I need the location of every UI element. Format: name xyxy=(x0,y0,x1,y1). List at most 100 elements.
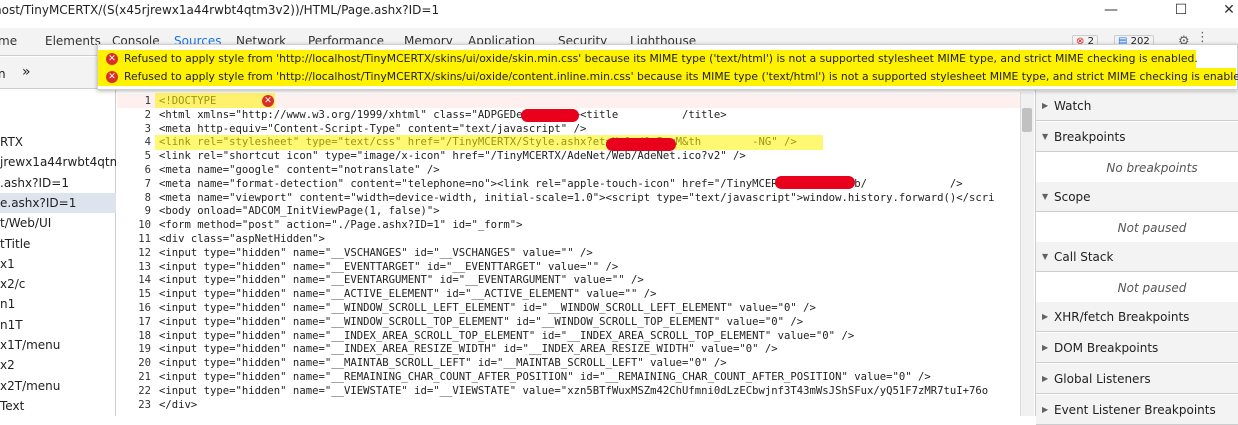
code-line: <input type="hidden" name="__REMAINING_C… xyxy=(159,371,931,383)
error-icon: ✕ xyxy=(106,53,118,65)
code-line: <input type="hidden" name="__EVENTTARGET… xyxy=(159,260,619,273)
line-number[interactable]: 23 xyxy=(117,399,151,411)
editor-scrollbar[interactable] xyxy=(1020,92,1034,416)
stylesheet-link-highlight xyxy=(155,135,823,150)
collapse-triangle-icon: ▶ xyxy=(1042,312,1049,321)
code-editor[interactable]: 1<!DOCTYPE 2<html xmlns="http://www.w3.o… xyxy=(117,92,1020,416)
collapse-triangle-icon: ▶ xyxy=(1042,405,1049,414)
line-number[interactable]: 11 xyxy=(117,233,151,245)
line-number[interactable]: 7 xyxy=(117,178,151,190)
code-line: </div> xyxy=(159,398,198,411)
file-tree-item[interactable]: .ashx?ID=1 xyxy=(0,173,116,193)
file-tree-item[interactable]: x2/c xyxy=(0,274,116,294)
debugger-section-header[interactable]: ▼ Breakpoints xyxy=(1036,122,1238,152)
error-message-2: ✕ Refused to apply style from 'http://lo… xyxy=(98,68,1238,86)
section-title: DOM Breakpoints xyxy=(1054,341,1159,355)
maximize-button[interactable]: ☐ xyxy=(1158,0,1204,22)
navigator-tab-label[interactable]: n xyxy=(0,67,6,81)
line-number[interactable]: 4 xyxy=(117,136,151,148)
expand-triangle-icon: ▼ xyxy=(1042,252,1049,261)
line-number[interactable]: 2 xyxy=(117,109,151,121)
error-message-1: ✕ Refused to apply style from 'http://lo… xyxy=(98,50,1198,68)
section-title: Scope xyxy=(1054,190,1091,204)
section-body: No breakpoints xyxy=(1036,153,1238,183)
debugger-section-header[interactable]: ▶ Watch xyxy=(1036,91,1238,121)
more-tabs-chevron-icon[interactable]: » xyxy=(22,64,31,80)
section-body: Not paused xyxy=(1036,273,1238,303)
file-tree-item[interactable]: t/Web/UI xyxy=(0,213,116,233)
expand-triangle-icon: ▼ xyxy=(1042,132,1049,141)
minimize-button[interactable]: — xyxy=(1088,0,1134,22)
file-tree-item[interactable]: x2T/menu xyxy=(0,376,116,396)
line-number[interactable]: 10 xyxy=(117,219,151,231)
code-line: <input type="hidden" name="__WINDOW_SCRO… xyxy=(159,302,816,314)
editor-scrollbar-thumb[interactable] xyxy=(1022,108,1032,132)
line-number[interactable]: 5 xyxy=(117,150,151,162)
code-line: <input type="hidden" name="__VSCHANGES" … xyxy=(159,246,593,259)
line-number[interactable]: 6 xyxy=(117,164,151,176)
section-title: Watch xyxy=(1054,99,1092,113)
line-number[interactable]: 8 xyxy=(117,192,151,204)
code-line: <meta http-equiv="Content-Script-Type" c… xyxy=(159,122,587,135)
code-line: <input type="hidden" name="__EVENTARGUME… xyxy=(159,274,644,287)
code-line: <input type="hidden" name="__INDEX_AREA_… xyxy=(159,329,855,342)
inline-error-icon[interactable]: ✕ xyxy=(262,95,274,107)
expand-triangle-icon: ▼ xyxy=(1042,192,1049,201)
file-tree-item[interactable]: x1 xyxy=(0,254,116,274)
section-title: Breakpoints xyxy=(1054,130,1126,144)
file-tree-item[interactable]: x1T/menu xyxy=(0,335,116,355)
code-line: <meta name="google" content="notranslate… xyxy=(159,164,440,176)
section-title: Call Stack xyxy=(1054,250,1114,264)
line-number[interactable]: 15 xyxy=(117,288,151,300)
console-error-popup: ✕ Refused to apply style from 'http://lo… xyxy=(97,44,1238,90)
line-number[interactable]: 1 xyxy=(117,95,151,107)
close-button[interactable]: ✕ xyxy=(1206,0,1238,22)
line-number[interactable]: 22 xyxy=(117,385,151,397)
redaction-mark xyxy=(775,176,855,189)
line-number[interactable]: 19 xyxy=(117,343,151,355)
line-number[interactable]: 20 xyxy=(117,357,151,369)
debugger-section-header[interactable]: ▶ Event Listener Breakpoints xyxy=(1036,395,1238,425)
line-number[interactable]: 12 xyxy=(117,247,151,259)
code-line: <link rel="shortcut icon" type="image/x-… xyxy=(159,150,746,163)
section-body: Not paused xyxy=(1036,213,1238,243)
line-number[interactable]: 3 xyxy=(117,123,151,135)
code-line: <input type="hidden" name="__VIEWSTATE" … xyxy=(159,384,989,397)
error-text: Refused to apply style from 'http://loca… xyxy=(124,70,1238,83)
code-line: <form method="post" action="./Page.ashx?… xyxy=(159,219,523,232)
debugger-section-header[interactable]: ▶ XHR/fetch Breakpoints xyxy=(1036,302,1238,332)
collapse-triangle-icon: ▶ xyxy=(1042,374,1049,383)
line-number[interactable]: 14 xyxy=(117,274,151,286)
debugger-section-header[interactable]: ▼ Call Stack xyxy=(1036,242,1238,272)
window-titlebar: host/TinyMCERTX/(S(x45rjrewx1a44rwbt4qtm… xyxy=(0,0,1238,22)
file-tree-item[interactable]: e.ashx?ID=1 xyxy=(0,192,116,213)
file-tree-item[interactable]: n1T xyxy=(0,315,116,335)
collapse-triangle-icon: ▶ xyxy=(1042,343,1049,352)
file-tree-item[interactable]: jrewx1a44rwbt4qtm3v xyxy=(0,152,116,172)
error-icon: ✕ xyxy=(106,71,118,83)
line-number[interactable]: 16 xyxy=(117,302,151,314)
debugger-section-header[interactable]: ▶ Global Listeners xyxy=(1036,364,1238,394)
file-tree-item[interactable]: n1 xyxy=(0,294,116,314)
error-text: Refused to apply style from 'http://loca… xyxy=(124,52,1198,65)
code-line: <input type="hidden" name="__ACTIVE_ELEM… xyxy=(159,288,657,301)
line-number[interactable]: 18 xyxy=(117,330,151,342)
code-line: <input type="hidden" name="__MAINTAB_SCR… xyxy=(159,357,727,370)
line-number[interactable]: 9 xyxy=(117,205,151,217)
section-title: Global Listeners xyxy=(1054,372,1151,386)
redaction-mark xyxy=(521,109,579,122)
debugger-section-header[interactable]: ▼ Scope xyxy=(1036,182,1238,212)
code-line: <div class="aspNetHidden"> xyxy=(159,233,325,245)
file-tree-item[interactable]: tTitle xyxy=(0,234,116,254)
file-tree-item[interactable]: x2 xyxy=(0,355,116,375)
line-number[interactable]: 21 xyxy=(117,371,151,383)
file-tree-item[interactable]: Text xyxy=(0,396,116,416)
tab-home[interactable]: me xyxy=(0,34,17,48)
line-number[interactable]: 17 xyxy=(117,316,151,328)
tab-elements[interactable]: Elements xyxy=(45,34,101,48)
line-number[interactable]: 13 xyxy=(117,261,151,273)
code-line: <input type="hidden" name="__WINDOW_SCRO… xyxy=(159,315,804,328)
customize-icon[interactable]: ⋮ xyxy=(1196,30,1209,45)
debugger-section-header[interactable]: ▶ DOM Breakpoints xyxy=(1036,333,1238,363)
file-tree-item[interactable]: RTX xyxy=(0,132,116,152)
